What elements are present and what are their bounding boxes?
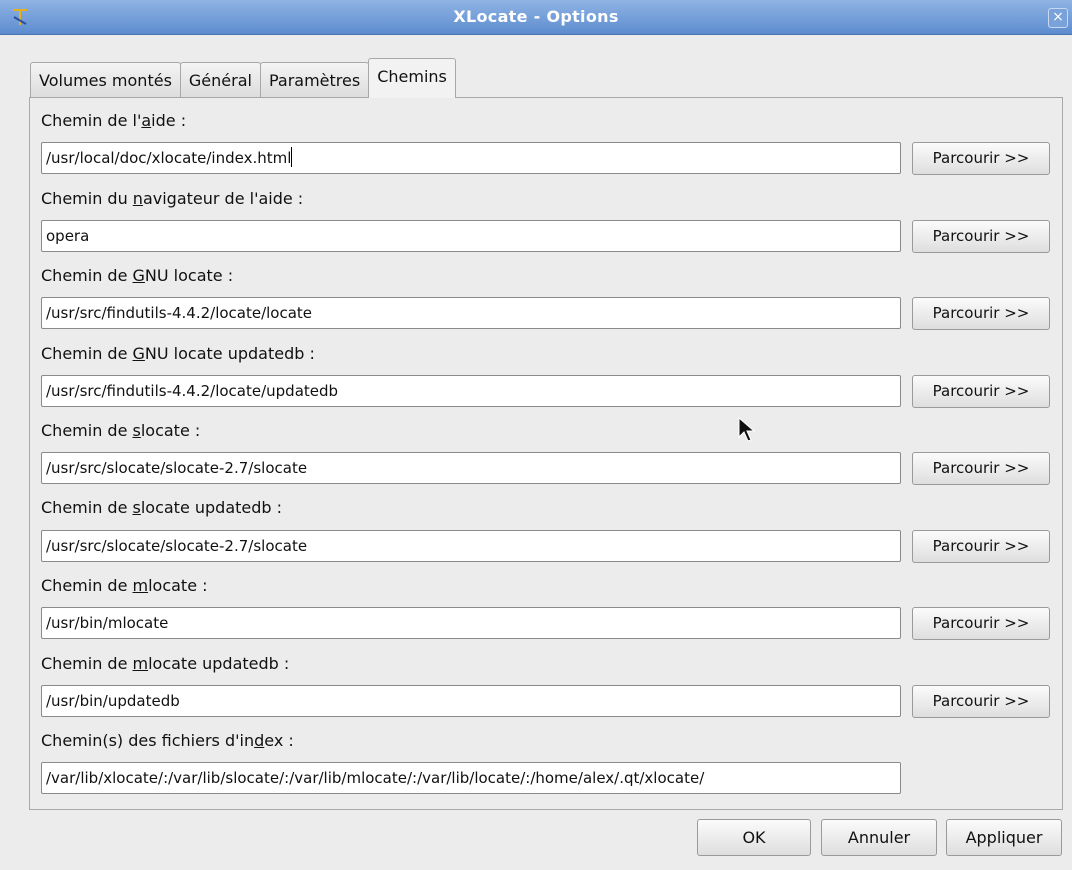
tab-bar: Volumes montés Général Paramètres Chemin…	[30, 58, 456, 98]
slocate-updatedb-path-field[interactable]: /usr/src/slocate/slocate-2.7/slocate	[41, 530, 901, 562]
mlocate-updatedb-browse-button[interactable]: Parcourir >>	[912, 685, 1050, 718]
help-path-field[interactable]: /usr/local/doc/xlocate/index.html	[41, 142, 901, 174]
mlocate-updatedb-path-label: Chemin de mlocate updatedb :	[41, 654, 290, 673]
slocate-browse-button[interactable]: Parcourir >>	[912, 452, 1050, 485]
index-files-label: Chemin(s) des fichiers d'index :	[41, 731, 294, 750]
slocate-path-label: Chemin de slocate :	[41, 421, 201, 440]
gnu-updatedb-path-label: Chemin de GNU locate updatedb :	[41, 344, 315, 363]
close-icon[interactable]: ×	[1048, 8, 1068, 28]
mouse-pointer-icon	[738, 417, 756, 442]
help-path-label: Chemin de l'aide :	[41, 111, 187, 130]
index-files-field[interactable]: /var/lib/xlocate/:/var/lib/slocate/:/var…	[41, 762, 901, 794]
help-path-browse-button[interactable]: Parcourir >>	[912, 142, 1050, 175]
slocate-path-field[interactable]: /usr/src/slocate/slocate-2.7/slocate	[41, 452, 901, 484]
mlocate-path-label: Chemin de mlocate :	[41, 576, 208, 595]
window-title: XLocate - Options	[453, 7, 619, 26]
help-browser-browse-button[interactable]: Parcourir >>	[912, 220, 1050, 253]
options-dialog: XLocate - Options × Volumes montés Génér…	[0, 0, 1072, 870]
help-browser-path-label: Chemin du navigateur de l'aide :	[41, 189, 304, 208]
cancel-button[interactable]: Annuler	[821, 819, 937, 856]
apply-button[interactable]: Appliquer	[946, 819, 1062, 856]
mlocate-updatedb-path-field[interactable]: /usr/bin/updatedb	[41, 685, 901, 717]
ok-button[interactable]: OK	[697, 819, 811, 856]
mlocate-browse-button[interactable]: Parcourir >>	[912, 607, 1050, 640]
title-bar[interactable]: XLocate - Options ×	[0, 0, 1072, 35]
tab-general[interactable]: Général	[179, 62, 261, 98]
tab-volumes-montes[interactable]: Volumes montés	[30, 62, 181, 98]
slocate-updatedb-path-label: Chemin de slocate updatedb :	[41, 498, 283, 517]
help-browser-path-field[interactable]: opera	[41, 220, 901, 252]
gnu-updatedb-browse-button[interactable]: Parcourir >>	[912, 375, 1050, 408]
gnu-locate-path-field[interactable]: /usr/src/findutils-4.4.2/locate/locate	[41, 297, 901, 329]
tab-chemins[interactable]: Chemins	[368, 58, 456, 98]
gnu-updatedb-path-field[interactable]: /usr/src/findutils-4.4.2/locate/updatedb	[41, 375, 901, 407]
text-caret	[291, 147, 293, 167]
gnu-locate-browse-button[interactable]: Parcourir >>	[912, 297, 1050, 330]
mlocate-path-field[interactable]: /usr/bin/mlocate	[41, 607, 901, 639]
gnu-locate-path-label: Chemin de GNU locate :	[41, 266, 234, 285]
slocate-updatedb-browse-button[interactable]: Parcourir >>	[912, 530, 1050, 563]
tab-parametres[interactable]: Paramètres	[259, 62, 370, 98]
